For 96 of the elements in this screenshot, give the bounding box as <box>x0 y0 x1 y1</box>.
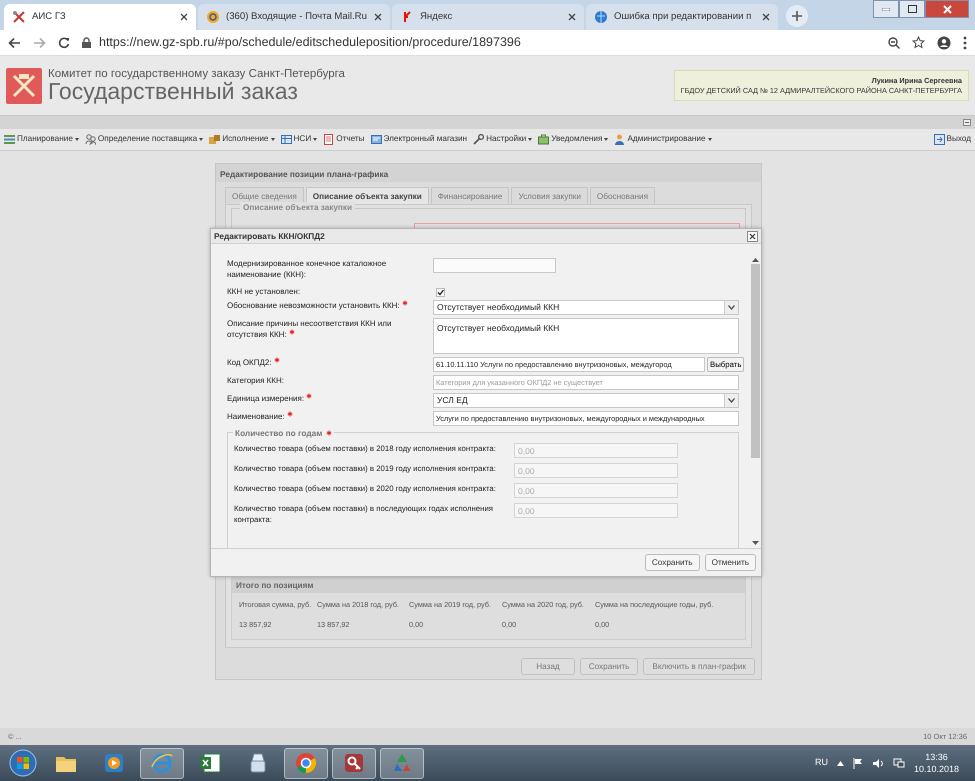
menu-item[interactable]: Уведомления <box>538 133 608 146</box>
taskbar-button[interactable] <box>332 748 376 778</box>
close-icon[interactable] <box>180 13 188 21</box>
briefcase-icon <box>538 134 550 145</box>
checkbox[interactable] <box>436 288 445 297</box>
panel-title: Редактирование позиции плана-графика <box>216 164 761 182</box>
scroll-down-icon[interactable] <box>752 541 758 545</box>
dialog-title: Редактировать ККН/ОКПД2 <box>214 230 325 242</box>
logout-link[interactable]: Выход <box>934 133 971 146</box>
circle-logo-icon <box>294 751 318 775</box>
scrollbar[interactable] <box>749 244 761 548</box>
browser-tab[interactable]: АИС ГЗ <box>4 4 196 30</box>
globe-e-icon <box>150 751 174 775</box>
emblem-icon <box>12 10 26 24</box>
document-icon <box>323 134 334 145</box>
browser-tab[interactable]: Яндекс <box>392 4 584 30</box>
star-icon[interactable] <box>912 36 925 49</box>
close-icon <box>942 4 952 14</box>
fieldset-title: Количество по годам <box>235 427 322 440</box>
globe-icon <box>594 10 608 24</box>
boxes-icon <box>209 134 220 145</box>
close-icon[interactable] <box>374 13 382 21</box>
minimize-icon <box>882 8 890 10</box>
field-label: Категория ККН: <box>227 375 285 386</box>
table-icon <box>280 134 292 145</box>
dialog-button[interactable]: Отменить <box>704 554 756 571</box>
dropdown-field[interactable]: УСЛ ЕД <box>433 393 739 408</box>
play-icon <box>102 751 126 775</box>
show-hidden-icon[interactable] <box>836 760 844 766</box>
close-icon[interactable] <box>762 13 770 21</box>
chevron-down-icon[interactable] <box>728 398 735 403</box>
input-field[interactable] <box>433 258 556 273</box>
close-icon <box>749 232 756 240</box>
field-label: Код ОКПД2: <box>227 357 422 368</box>
menu-item[interactable]: Электронный магазин <box>370 133 468 146</box>
chevron-down-icon[interactable] <box>728 305 735 310</box>
flag-icon[interactable] <box>852 758 863 768</box>
menu-item[interactable]: НСИ <box>280 133 318 146</box>
taskbar-button[interactable] <box>284 748 328 778</box>
clock-date[interactable]: 10.10.2018 <box>914 763 959 776</box>
field-label: Обоснование невозможности установить ККН: <box>227 300 422 311</box>
wrench-icon <box>473 134 484 145</box>
speaker-icon[interactable] <box>872 758 884 768</box>
windows-logo-icon <box>9 749 37 777</box>
menu-item[interactable]: Администрирование <box>614 133 712 146</box>
tab-title: АИС ГЗ <box>32 10 67 24</box>
minimize-button[interactable] <box>873 0 899 18</box>
menu-icon[interactable] <box>963 36 967 50</box>
menu-item[interactable]: Отчеты <box>323 133 365 146</box>
tab-title: Яндекс <box>420 10 454 24</box>
menu-item[interactable]: Настройки <box>473 133 532 146</box>
field-label: Модернизированное конечное каталожное наименование (ККН): <box>227 258 388 280</box>
lock-icon <box>82 37 91 48</box>
list-icon <box>4 134 15 145</box>
maximize-icon <box>908 5 916 13</box>
people-icon <box>84 134 96 145</box>
window-icon <box>370 134 382 145</box>
zoom-icon[interactable] <box>888 36 900 48</box>
scroll-up-icon[interactable] <box>752 258 758 262</box>
dropdown-field[interactable]: Отсутствует необходимый ККН <box>433 300 739 315</box>
language-indicator[interactable]: RU <box>814 756 828 770</box>
account-icon[interactable] <box>937 36 951 50</box>
person-icon <box>614 134 626 145</box>
new-tab-button[interactable] <box>786 5 808 27</box>
browser-tab[interactable]: Ошибка при редактировании п <box>586 4 778 30</box>
field-label: Наименование: <box>227 411 422 422</box>
collapse-icon[interactable] <box>963 119 971 126</box>
clock-time[interactable]: 13:36 <box>914 750 959 763</box>
network-icon[interactable] <box>892 758 905 768</box>
menu-item[interactable]: Планирование <box>4 133 79 146</box>
emblem-logo-drawing <box>6 68 42 104</box>
spreadsheet-icon <box>198 751 222 775</box>
exit-icon <box>934 134 944 145</box>
key-icon <box>342 751 366 775</box>
close-button[interactable] <box>747 230 758 242</box>
field-label: Единица измерения: <box>227 393 422 404</box>
tab-title: (360) Входящие - Почта Mail.Ru <box>226 10 368 24</box>
reload-icon[interactable] <box>58 36 70 48</box>
field-label: ККН не установлен: <box>227 286 302 297</box>
plus-icon <box>792 11 802 21</box>
fieldset-title: Описание объекта закупки <box>240 202 356 214</box>
scroll-thumb[interactable] <box>750 264 760 458</box>
tab-title: Ошибка при редактировании п <box>614 10 752 24</box>
text-area[interactable]: Отсутствует необходимый ККН <box>433 318 739 354</box>
back-icon[interactable] <box>8 36 21 48</box>
browser-tab[interactable]: (360) Входящие - Почта Mail.Ru <box>198 4 390 30</box>
app-title: Государственный заказ <box>48 80 298 104</box>
close-icon[interactable] <box>568 13 576 21</box>
field-label: Описание причины несоответствия ККН или отсутствия ККН: <box>227 318 392 340</box>
menu-item[interactable]: Исполнение <box>209 133 274 146</box>
maximize-button[interactable] <box>899 0 925 18</box>
form-tab[interactable]: Описание объекта закупки <box>306 187 429 204</box>
dialog-button[interactable]: Сохранить <box>644 554 700 571</box>
menu-item[interactable]: Определение поставщика <box>84 133 204 146</box>
totals-title: Итого по позициям <box>232 576 745 593</box>
org-name: Комитет по государственному заказу Санкт-Петербурга <box>48 68 345 80</box>
